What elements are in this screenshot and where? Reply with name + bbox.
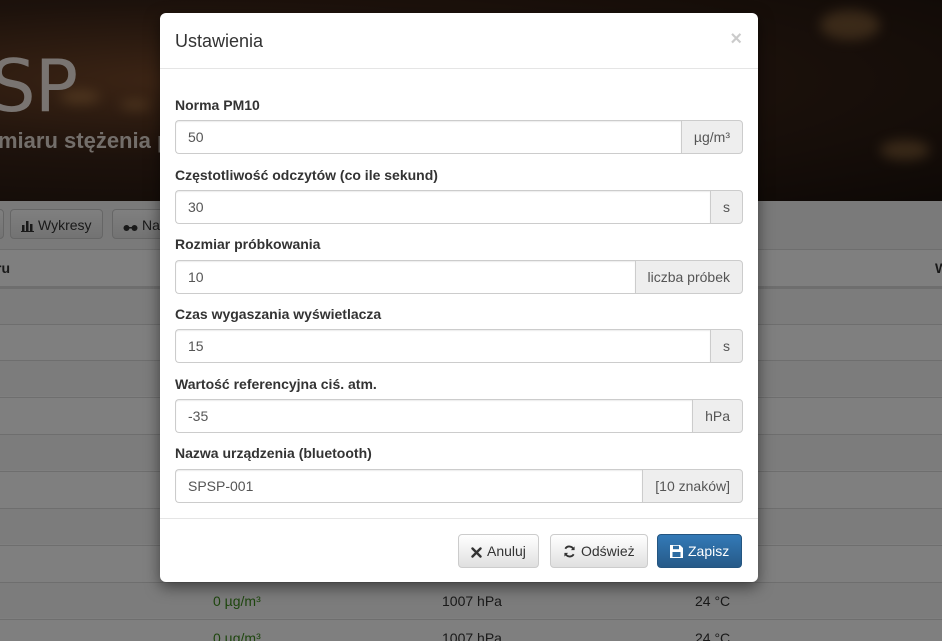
refresh-button-label: Odśwież [581,543,635,559]
pm10-norm-label: Norma PM10 [175,97,260,113]
read-frequency-label: Częstotliwość odczytów (co ile sekund) [175,167,438,183]
display-timeout-group: s [175,329,743,363]
sample-size-input[interactable] [175,260,635,294]
settings-modal: Ustawienia × Norma PM10 µg/m³ Częstotliw… [160,13,758,582]
sample-size-unit: liczba próbek [634,260,743,294]
floppy-disk-icon [670,545,683,558]
reference-pressure-group: hPa [175,399,743,433]
close-icon [471,547,482,558]
close-icon[interactable]: × [730,29,742,49]
display-timeout-unit: s [710,329,743,363]
read-frequency-unit: s [710,190,743,224]
modal-title: Ustawienia [175,31,264,51]
device-name-limit: [10 znaków] [642,469,743,503]
sample-size-label: Rozmiar próbkowania [175,236,321,252]
modal-footer: Anuluj Odśwież Zapisz [160,518,758,582]
read-frequency-input[interactable] [175,190,710,224]
reference-pressure-unit: hPa [692,399,743,433]
device-name-label: Nazwa urządzenia (bluetooth) [175,445,372,461]
modal-header: Ustawienia × [160,13,758,69]
reference-pressure-input[interactable] [175,399,693,433]
reference-pressure-label: Wartość referencyjna ciś. atm. [175,376,377,392]
refresh-icon [564,545,575,558]
cancel-button-label: Anuluj [487,543,526,559]
pm10-norm-unit: µg/m³ [680,120,743,154]
read-frequency-group: s [175,190,743,224]
cancel-button[interactable]: Anuluj [458,534,539,568]
refresh-button[interactable]: Odśwież [550,534,648,568]
sample-size-group: liczba próbek [175,260,743,294]
display-timeout-label: Czas wygaszania wyświetlacza [175,306,382,322]
pm10-norm-input[interactable] [175,120,681,154]
display-timeout-input[interactable] [175,329,710,363]
save-button-label: Zapisz [688,543,730,559]
device-name-group: [10 znaków] [175,469,743,503]
pm10-norm-group: µg/m³ [175,120,743,154]
save-button[interactable]: Zapisz [657,534,743,568]
device-name-input[interactable] [175,469,643,503]
app-page: SP miaru stężenia pył Wykresy Na ru W [0,0,942,641]
